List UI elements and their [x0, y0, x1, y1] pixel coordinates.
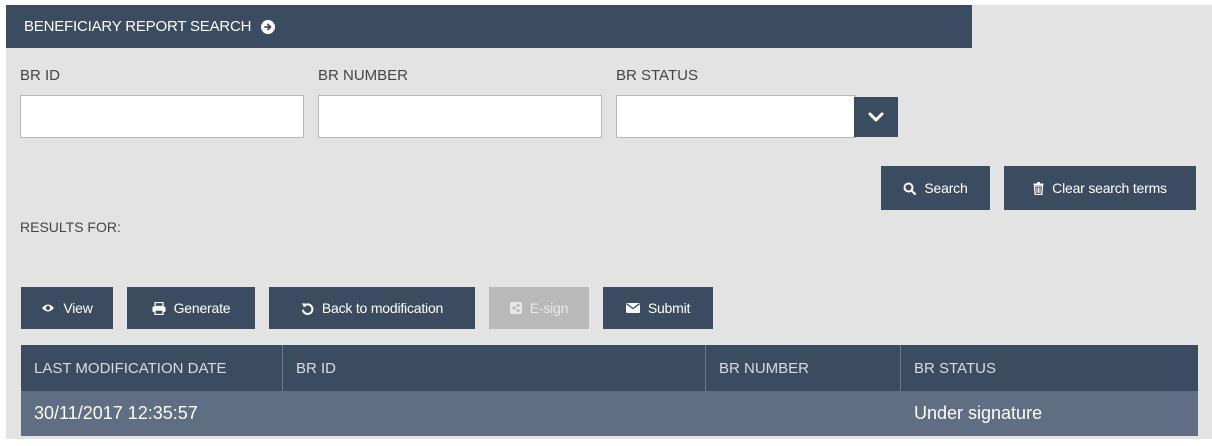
table-row[interactable]: 30/11/2017 12:35:57 Under signature [21, 391, 1198, 436]
submit-button-label: Submit [647, 300, 691, 316]
column-header-br-number[interactable]: BR NUMBER [706, 345, 901, 391]
cell-last-modification-date: 30/11/2017 12:35:57 [34, 403, 198, 423]
table-header: LAST MODIFICATION DATE BR ID BR NUMBER B… [21, 345, 1198, 391]
column-header-br-status[interactable]: BR STATUS [901, 345, 1198, 391]
view-button[interactable]: View [21, 287, 113, 329]
printer-icon [152, 301, 166, 315]
envelope-icon [625, 303, 640, 313]
br-status-label: BR STATUS [616, 67, 698, 84]
undo-icon [301, 302, 314, 315]
search-button-label: Search [924, 180, 968, 196]
view-button-label: View [63, 300, 93, 316]
cell-br-number [706, 391, 901, 436]
br-id-input[interactable] [20, 95, 304, 138]
generate-button-label: Generate [173, 300, 231, 316]
esign-button-label: E-sign [529, 300, 569, 316]
page-title: BENEFICIARY REPORT SEARCH [24, 18, 252, 35]
arrow-right-circle-icon[interactable] [261, 19, 276, 34]
generate-button[interactable]: Generate [127, 287, 255, 329]
search-icon [903, 182, 917, 195]
cell-br-id [283, 391, 706, 436]
trash-icon [1033, 181, 1044, 195]
back-to-modification-label: Back to modification [321, 300, 444, 316]
results-for-label: RESULTS FOR: [20, 219, 121, 235]
clear-search-label: Clear search terms [1052, 180, 1167, 196]
br-id-label: BR ID [20, 67, 61, 84]
panel-header[interactable]: BENEFICIARY REPORT SEARCH [6, 5, 972, 48]
br-status-dropdown-button[interactable] [854, 97, 898, 137]
br-status-select[interactable] [616, 95, 856, 138]
search-panel: BENEFICIARY REPORT SEARCH BR ID BR NUMBE… [6, 5, 1212, 439]
clear-search-button[interactable]: Clear search terms [1004, 166, 1196, 210]
cell-br-status: Under signature [914, 403, 1043, 423]
br-number-label: BR NUMBER [318, 67, 409, 84]
chevron-down-icon [868, 112, 884, 122]
br-number-input[interactable] [318, 95, 602, 138]
column-header-br-id[interactable]: BR ID [283, 345, 706, 391]
eye-icon [42, 304, 55, 312]
results-table: LAST MODIFICATION DATE BR ID BR NUMBER B… [21, 345, 1198, 436]
esign-button[interactable]: E-sign [489, 287, 589, 329]
back-to-modification-button[interactable]: Back to modification [269, 287, 475, 329]
submit-button[interactable]: Submit [603, 287, 713, 329]
search-button[interactable]: Search [881, 166, 990, 210]
share-icon [509, 302, 522, 314]
column-header-last-modification-date[interactable]: LAST MODIFICATION DATE [21, 345, 283, 391]
